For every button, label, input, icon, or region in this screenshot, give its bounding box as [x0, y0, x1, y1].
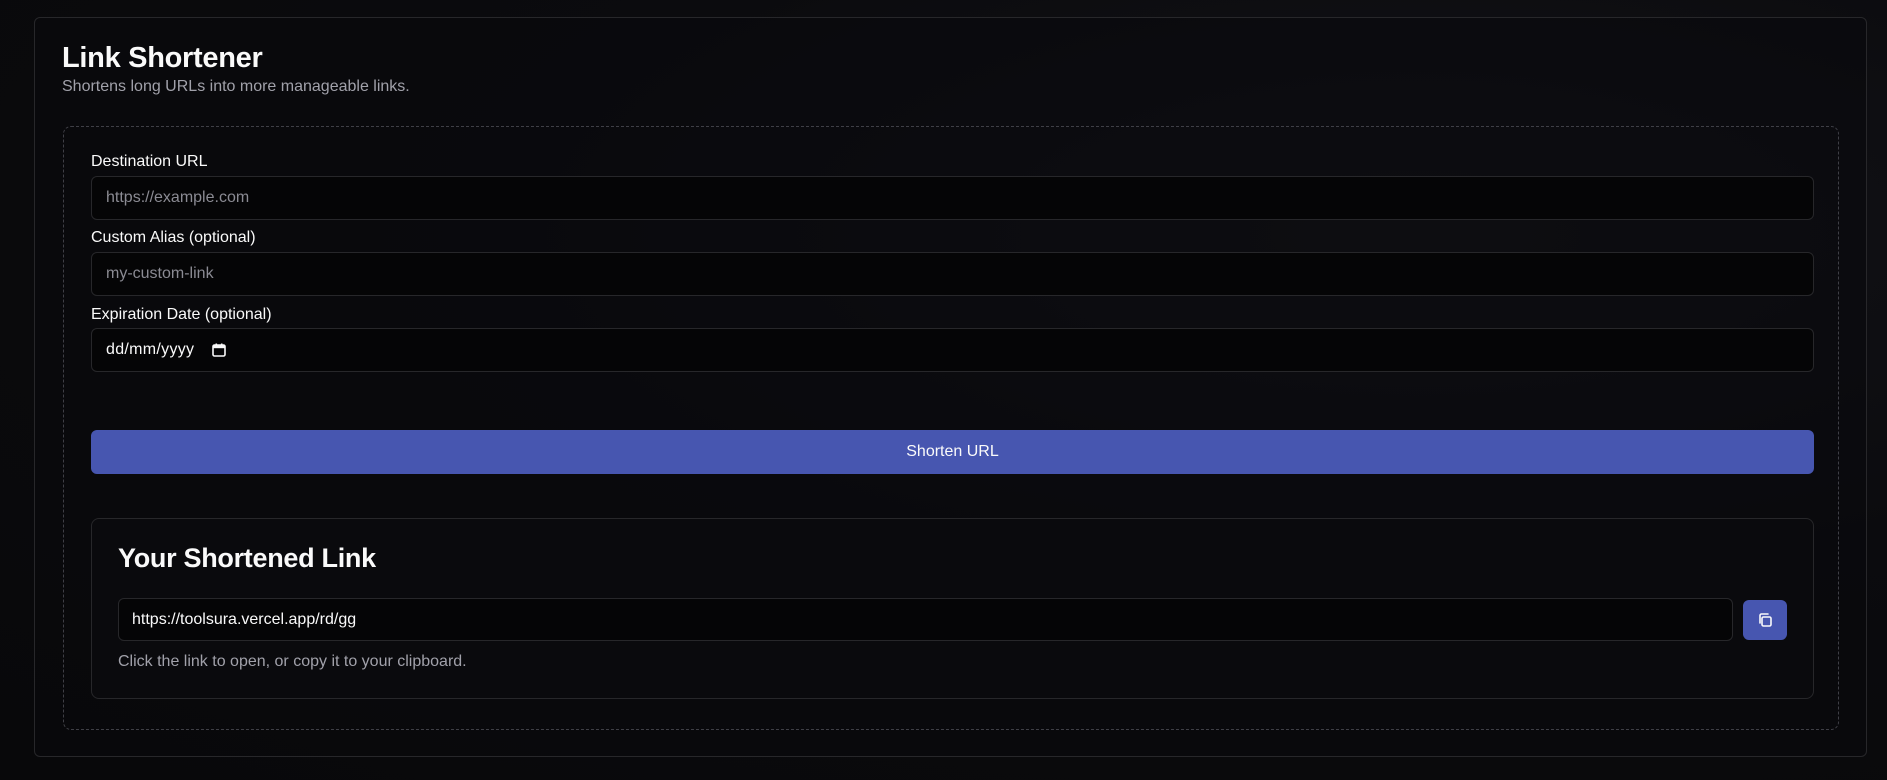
- shortened-url-field[interactable]: https://toolsura.vercel.app/rd/gg: [118, 598, 1733, 641]
- custom-alias-label: Custom Alias (optional): [91, 229, 256, 246]
- shortener-form-area: Destination URL Custom Alias (optional) …: [63, 126, 1839, 730]
- shortened-link-card: Your Shortened Link https://toolsura.ver…: [91, 518, 1814, 699]
- custom-alias-input[interactable]: [91, 252, 1814, 296]
- link-shortener-card: Link Shortener Shortens long URLs into m…: [34, 17, 1867, 757]
- page-description: Shortens long URLs into more manageable …: [62, 78, 410, 95]
- shortened-url-text[interactable]: https://toolsura.vercel.app/rd/gg: [132, 611, 356, 629]
- calendar-icon[interactable]: [212, 343, 227, 357]
- shortened-link-hint: Click the link to open, or copy it to yo…: [118, 653, 467, 670]
- page-title: Link Shortener: [62, 42, 263, 74]
- copy-icon: [1757, 612, 1773, 628]
- destination-url-label: Destination URL: [91, 153, 208, 170]
- destination-url-input[interactable]: [91, 176, 1814, 220]
- date-format-text: dd/mm/yyyy: [106, 341, 195, 358]
- expiration-date-input[interactable]: dd/mm/yyyy: [91, 328, 1814, 372]
- copy-button[interactable]: [1743, 600, 1787, 640]
- expiration-date-label: Expiration Date (optional): [91, 306, 272, 323]
- shorten-url-button[interactable]: Shorten URL: [91, 430, 1814, 474]
- shortened-link-title: Your Shortened Link: [118, 543, 376, 573]
